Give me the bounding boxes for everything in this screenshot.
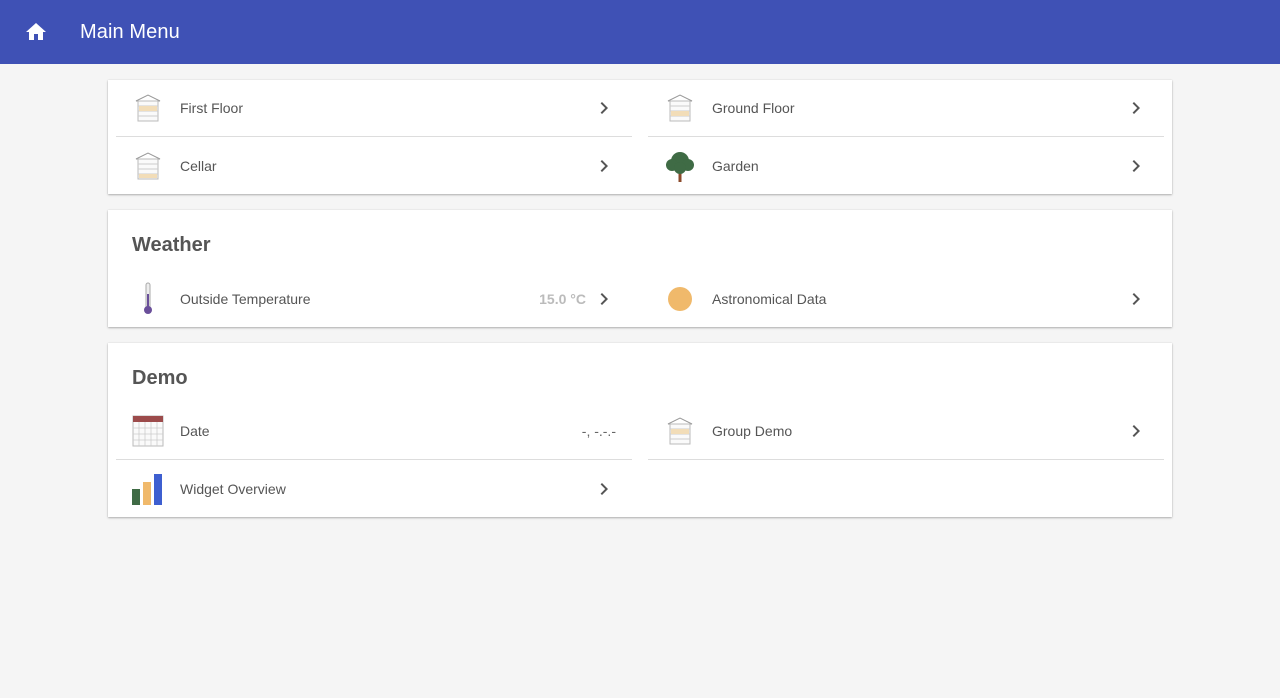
tree-icon: [660, 146, 700, 186]
date-value: -, -.-.-: [581, 423, 616, 439]
bar-chart-icon: [128, 469, 168, 509]
menu-item-garden[interactable]: Garden: [648, 137, 1164, 194]
main-content: First Floor Ground Floor Cellar Garden W…: [108, 80, 1172, 533]
house-icon: [128, 88, 168, 128]
menu-item-label: Group Demo: [712, 423, 793, 439]
chevron-right-icon: [1124, 419, 1148, 443]
menu-item-label: Outside Temperature: [180, 290, 311, 307]
calendar-icon: [128, 411, 168, 451]
chevron-right-icon: [592, 96, 616, 120]
menu-item-outside-temperature[interactable]: Outside Temperature 15.0 °C: [116, 270, 632, 327]
home-button[interactable]: [0, 0, 72, 64]
chevron-right-icon: [1124, 154, 1148, 178]
chevron-right-icon: [592, 154, 616, 178]
sun-icon: [660, 279, 700, 319]
chevron-right-icon: [592, 287, 616, 311]
demo-card: Demo Date -, -.-.- Group Demo Widget Ove…: [108, 343, 1172, 517]
chevron-right-icon: [1124, 287, 1148, 311]
menu-item-label: Widget Overview: [180, 480, 286, 497]
menu-item-group-demo[interactable]: Group Demo: [648, 403, 1164, 460]
house-icon: [128, 146, 168, 186]
temperature-value: 15.0 °C: [539, 290, 586, 307]
chevron-right-icon: [592, 477, 616, 501]
weather-card: Weather Outside Temperature 15.0 °C Astr…: [108, 210, 1172, 327]
menu-item-label: Astronomical Data: [712, 290, 827, 307]
menu-item-cellar[interactable]: Cellar: [116, 137, 632, 194]
menu-item-astronomical-data[interactable]: Astronomical Data: [648, 270, 1164, 327]
chevron-right-icon: [1124, 96, 1148, 120]
section-title: Demo: [132, 367, 188, 389]
menu-item-ground-floor[interactable]: Ground Floor: [648, 80, 1164, 137]
locations-card: First Floor Ground Floor Cellar Garden: [108, 80, 1172, 194]
menu-item-label: Cellar: [180, 157, 217, 174]
thermometer-icon: [128, 279, 168, 319]
menu-item-label: First Floor: [180, 100, 243, 116]
menu-item-date[interactable]: Date -, -.-.-: [116, 403, 632, 460]
menu-item-first-floor[interactable]: First Floor: [116, 80, 632, 137]
house-icon: [660, 411, 700, 451]
menu-item-label: Ground Floor: [712, 100, 795, 116]
app-bar: Main Menu: [0, 0, 1280, 64]
house-icon: [660, 88, 700, 128]
menu-item-label: Garden: [712, 157, 759, 174]
menu-item-widget-overview[interactable]: Widget Overview: [116, 460, 632, 517]
home-icon: [26, 23, 46, 40]
page-title: Main Menu: [80, 20, 180, 43]
section-title: Weather: [132, 234, 211, 256]
menu-item-label: Date: [180, 423, 210, 439]
